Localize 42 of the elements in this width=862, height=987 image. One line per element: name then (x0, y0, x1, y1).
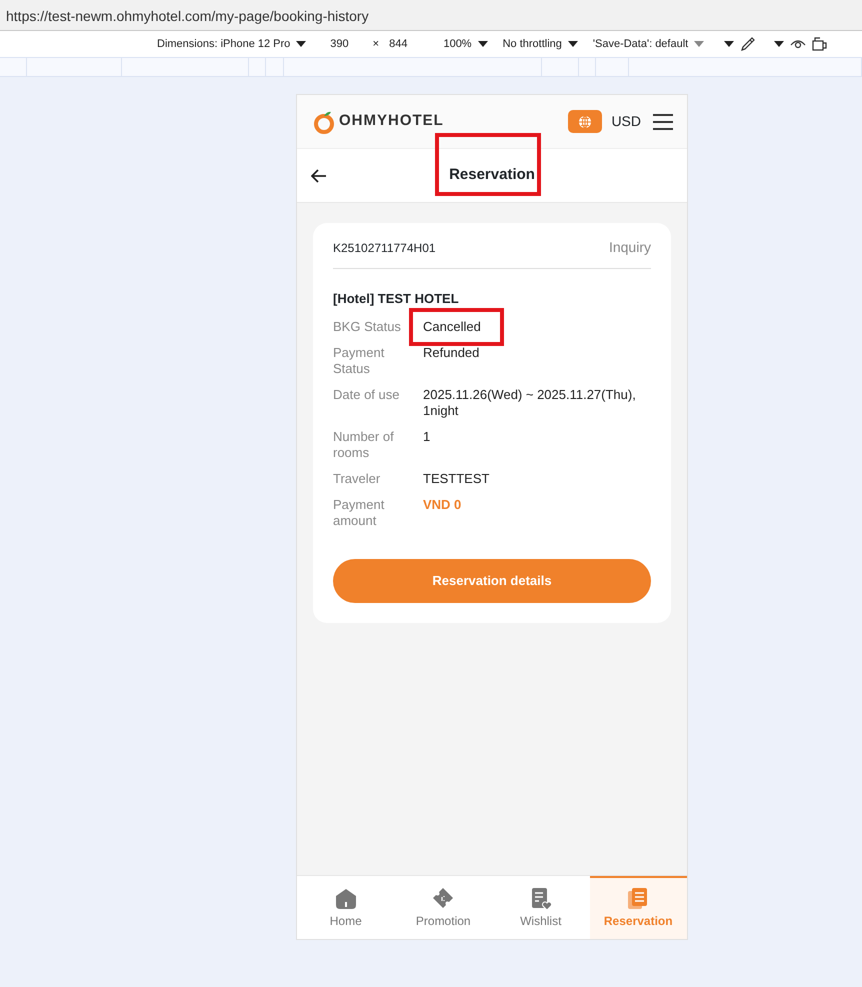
booking-number: K25102711774H01 (333, 240, 436, 256)
field-label: BKG Status (333, 318, 402, 334)
menu-icon[interactable] (653, 114, 673, 130)
home-icon (334, 888, 357, 910)
payment-amount: VND 0 (423, 496, 462, 512)
hotel-name: [Hotel] TEST HOTEL (333, 290, 460, 308)
times-sign: × (372, 36, 380, 52)
save-data-select[interactable]: 'Save-Data': default (592, 36, 688, 52)
device-mode-icon[interactable] (812, 37, 828, 51)
logo-text: OHMYHOTEL (339, 111, 444, 132)
globe-icon (578, 114, 592, 128)
throttling-select[interactable]: No throttling (502, 36, 562, 52)
device-select[interactable]: Dimensions: iPhone 12 Pro (157, 36, 290, 52)
field-value: Cancelled (423, 318, 481, 334)
caret-icon[interactable] (568, 41, 578, 47)
field-label: Date of use (333, 386, 400, 404)
field-label: Traveler (333, 470, 382, 486)
logo-icon (313, 110, 335, 134)
currency-label[interactable]: USD (611, 111, 641, 132)
field-label: Payment amount (333, 496, 386, 528)
eye-icon[interactable] (790, 38, 806, 50)
wishlist-icon (530, 888, 552, 910)
inquiry-link[interactable]: Inquiry (608, 237, 651, 258)
field-label: Number of rooms (333, 428, 395, 460)
field-value: 1 (423, 428, 430, 444)
caret-icon[interactable] (724, 41, 734, 47)
field-value: Refunded (423, 344, 480, 360)
caret-icon[interactable] (296, 41, 306, 47)
back-arrow-icon[interactable] (311, 168, 327, 182)
field-value: TESTTEST (423, 470, 490, 486)
zoom-select[interactable]: 100% (443, 36, 472, 52)
ticket-icon (432, 888, 454, 910)
language-button[interactable] (568, 110, 602, 133)
field-value: 2025.11.26(Wed) ~ 2025.11.27(Thu), 1night (423, 386, 636, 418)
field-label: Payment Status (333, 344, 386, 376)
page-title: Reservation (449, 166, 535, 184)
reservation-icon (627, 888, 650, 910)
eyedropper-icon[interactable] (740, 36, 756, 52)
caret-icon[interactable] (774, 41, 784, 47)
width-value[interactable]: 390 (330, 36, 349, 52)
caret-icon[interactable] (478, 41, 488, 47)
height-value[interactable]: 844 (389, 36, 408, 52)
